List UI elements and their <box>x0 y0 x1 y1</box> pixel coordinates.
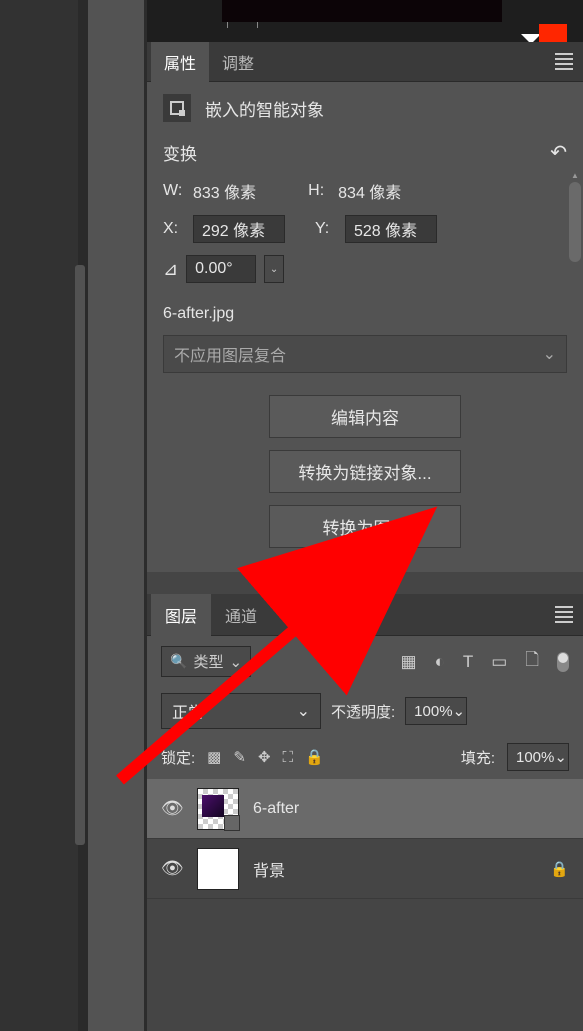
opacity-value: 100% <box>414 703 452 720</box>
lock-artboard-icon[interactable]: ⛶ <box>283 749 294 766</box>
filter-type-dropdown[interactable]: 🔍 类型 ⌄ <box>161 646 251 677</box>
red-swatch <box>539 24 567 42</box>
scrollbar-thumb[interactable] <box>569 182 581 262</box>
visibility-eye-icon[interactable]: 👁 <box>161 858 183 879</box>
chevron-down-icon: ⌄ <box>229 653 242 671</box>
layer-name[interactable]: 背景 <box>253 857 536 881</box>
panel-menu-icon[interactable] <box>555 50 573 73</box>
h-value[interactable]: 834 像素 <box>338 179 401 203</box>
smart-object-header: 嵌入的智能对象 <box>147 82 583 134</box>
w-value[interactable]: 833 像素 <box>193 179 256 203</box>
file-section: 6-after.jpg 不应用图层复合 ⌄ <box>147 295 583 391</box>
far-left-strip <box>0 0 78 1031</box>
layer-comp-dropdown[interactable]: 不应用图层复合 ⌄ <box>163 335 567 373</box>
y-input[interactable] <box>345 215 437 243</box>
w-label: W: <box>163 182 187 200</box>
lock-indicator-icon: 🔒 <box>550 860 569 878</box>
lock-position-icon[interactable]: ✥ <box>258 748 271 766</box>
fill-value: 100% <box>516 749 554 766</box>
smart-object-icon <box>163 94 191 122</box>
search-icon: 🔍 <box>170 653 187 670</box>
blend-mode-dropdown[interactable]: 正常 ⌄ <box>161 693 321 729</box>
x-label: X: <box>163 220 187 238</box>
convert-to-linked-button[interactable]: 转换为链接对象... <box>269 450 461 493</box>
properties-scrollbar[interactable]: ▲ ▼ <box>569 182 581 622</box>
transform-section: 变换 ↶ W: 833 像素 H: 834 像素 X: Y: <box>147 134 583 295</box>
fill-label: 填充: <box>461 747 495 768</box>
lock-label: 锁定: <box>161 747 195 768</box>
layer-row[interactable]: 👁 背景 🔒 <box>147 839 583 899</box>
layer-name[interactable]: 6-after <box>253 800 569 818</box>
reset-icon[interactable]: ↶ <box>550 140 567 165</box>
chevron-down-icon: ⌄ <box>543 344 556 364</box>
tab-properties[interactable]: 属性 <box>151 42 209 82</box>
layers-panel-menu-icon[interactable] <box>555 603 573 626</box>
layer-row[interactable]: 👁 6-after <box>147 779 583 839</box>
filter-type-label: 类型 <box>193 651 223 672</box>
filter-adjustment-icon[interactable]: ◐ <box>435 652 445 672</box>
fill-input[interactable]: 100% ⌄ <box>507 743 569 771</box>
blend-mode-value: 正常 <box>172 699 204 723</box>
blend-opacity-row: 正常 ⌄ 不透明度: 100% ⌄ <box>147 687 583 735</box>
opacity-input[interactable]: 100% ⌄ <box>405 697 467 725</box>
x-input[interactable] <box>193 215 285 243</box>
lock-fill-row: 锁定: ▩ ✎ ✥ ⛶ 🔒 填充: 100% ⌄ <box>147 735 583 779</box>
layers-tab-bar: 图层 通道 路径 <box>147 594 583 636</box>
filter-image-icon[interactable]: ▦ <box>401 652 417 672</box>
ruler-ticks <box>222 22 502 42</box>
layer-list: 👁 6-after 👁 背景 🔒 <box>147 779 583 899</box>
convert-to-layers-button[interactable]: 转换为图层 <box>269 505 461 548</box>
layer-thumbnail[interactable] <box>197 848 239 890</box>
lock-all-icon[interactable]: 🔒 <box>305 748 324 766</box>
layers-filter-row: 🔍 类型 ⌄ ▦ ◐ T ▭ 🗋 <box>147 636 583 687</box>
edit-contents-button[interactable]: 编辑内容 <box>269 395 461 438</box>
y-label: Y: <box>315 220 339 238</box>
layer-thumbnail[interactable] <box>197 788 239 830</box>
toolbar-strip <box>88 0 144 1031</box>
chevron-down-icon: ⌄ <box>554 748 567 766</box>
playhead-icon <box>521 34 541 42</box>
image-preview <box>222 0 502 22</box>
chevron-down-icon: ⌄ <box>453 702 466 720</box>
layer-comp-value: 不应用图层复合 <box>174 342 286 366</box>
file-name-label: 6-after.jpg <box>163 305 567 323</box>
angle-input[interactable] <box>186 255 256 283</box>
smart-object-label: 嵌入的智能对象 <box>205 96 324 121</box>
tab-channels[interactable]: 通道 <box>211 594 271 636</box>
filter-text-icon[interactable]: T <box>463 652 473 672</box>
smart-object-badge-icon <box>224 815 240 831</box>
opacity-label: 不透明度: <box>331 701 395 722</box>
lock-transparency-icon[interactable]: ▩ <box>207 748 221 766</box>
filter-shape-icon[interactable]: ▭ <box>491 652 507 672</box>
properties-tab-bar: 属性 调整 <box>147 42 583 82</box>
canvas-preview <box>147 0 583 42</box>
filter-toggle[interactable] <box>557 652 569 672</box>
chevron-down-icon: ⌄ <box>297 701 310 721</box>
h-label: H: <box>308 182 332 200</box>
visibility-eye-icon[interactable]: 👁 <box>161 798 183 819</box>
angle-icon: ⊿ <box>163 259 178 280</box>
tab-paths[interactable]: 路径 <box>271 594 331 636</box>
angle-dropdown-button[interactable]: ⌄ <box>264 255 284 283</box>
left-scrollbar[interactable] <box>75 265 85 845</box>
tab-layers[interactable]: 图层 <box>151 594 211 636</box>
lock-image-icon[interactable]: ✎ <box>233 748 246 766</box>
filter-smartobj-icon[interactable]: 🗋 <box>525 647 539 676</box>
tab-adjustments[interactable]: 调整 <box>209 42 267 82</box>
transform-title: 变换 <box>163 140 197 165</box>
